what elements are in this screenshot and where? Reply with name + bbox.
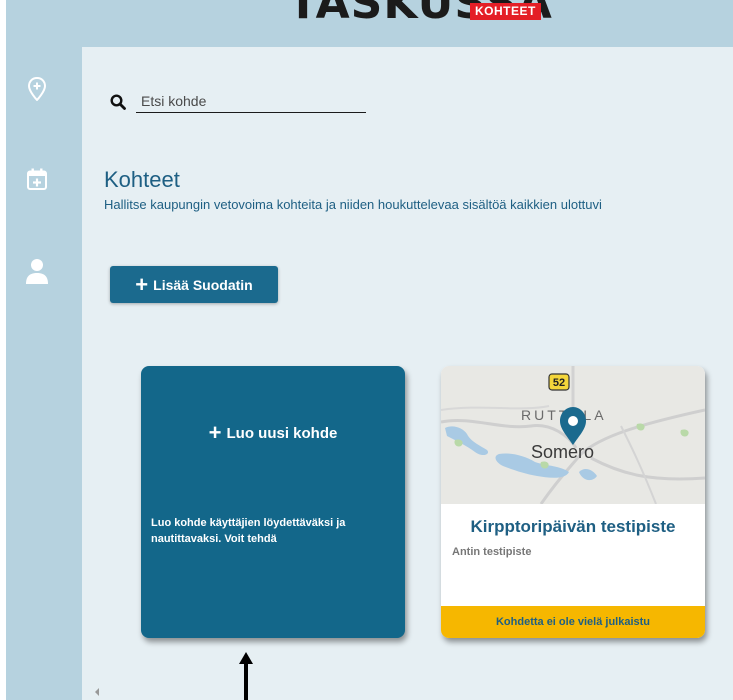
road-number-label: 52 <box>553 377 565 389</box>
sidebar-item-places[interactable] <box>26 76 48 102</box>
add-filter-label: Lisää Suodatin <box>153 276 253 293</box>
calendar-plus-icon <box>27 168 47 190</box>
sidebar-item-events[interactable] <box>26 166 48 192</box>
user-icon <box>26 259 48 284</box>
create-destination-heading: + Luo uusi kohde <box>141 420 405 445</box>
pointer-arrow-icon <box>239 652 253 700</box>
plus-icon: + <box>208 420 222 445</box>
create-destination-card[interactable]: + Luo uusi kohde Luo kohde käyttäjien lö… <box>141 366 405 638</box>
create-destination-title: Luo uusi kohde <box>226 424 338 442</box>
main-content: Kohteet Hallitse kaupungin vetovoima koh… <box>82 47 733 700</box>
map-pin-plus-icon <box>28 77 46 101</box>
map-place-label-somero: Somero <box>531 442 594 462</box>
sidebar-item-users[interactable] <box>26 258 48 284</box>
scroll-left-icon[interactable] <box>95 688 99 696</box>
destination-map: 52 RUTTULA Somero <box>441 366 705 504</box>
destination-subtitle: Antin testipiste <box>452 546 532 558</box>
destination-card[interactable]: 52 RUTTULA Somero Kirpptoripäivän testip… <box>441 366 705 638</box>
add-filter-button[interactable]: + Lisää Suodatin <box>110 266 278 303</box>
app-frame: TASKUSSA KOHTEET Kohteet <box>6 0 733 700</box>
page-subtitle: Hallitse kaupungin vetovoima kohteita ja… <box>104 197 602 212</box>
page-title: Kohteet <box>104 167 180 192</box>
create-destination-description: Luo kohde käyttäjien löydettäväksi ja na… <box>151 517 346 545</box>
plus-icon: + <box>135 271 149 297</box>
destination-title: Kirpptoripäivän testipiste <box>470 517 676 536</box>
search-input[interactable] <box>136 89 366 113</box>
app-logo-badge: KOHTEET <box>470 3 541 20</box>
destination-status-badge: Kohdetta ei ole vielä julkaistu <box>441 606 705 638</box>
search-icon <box>110 94 126 110</box>
